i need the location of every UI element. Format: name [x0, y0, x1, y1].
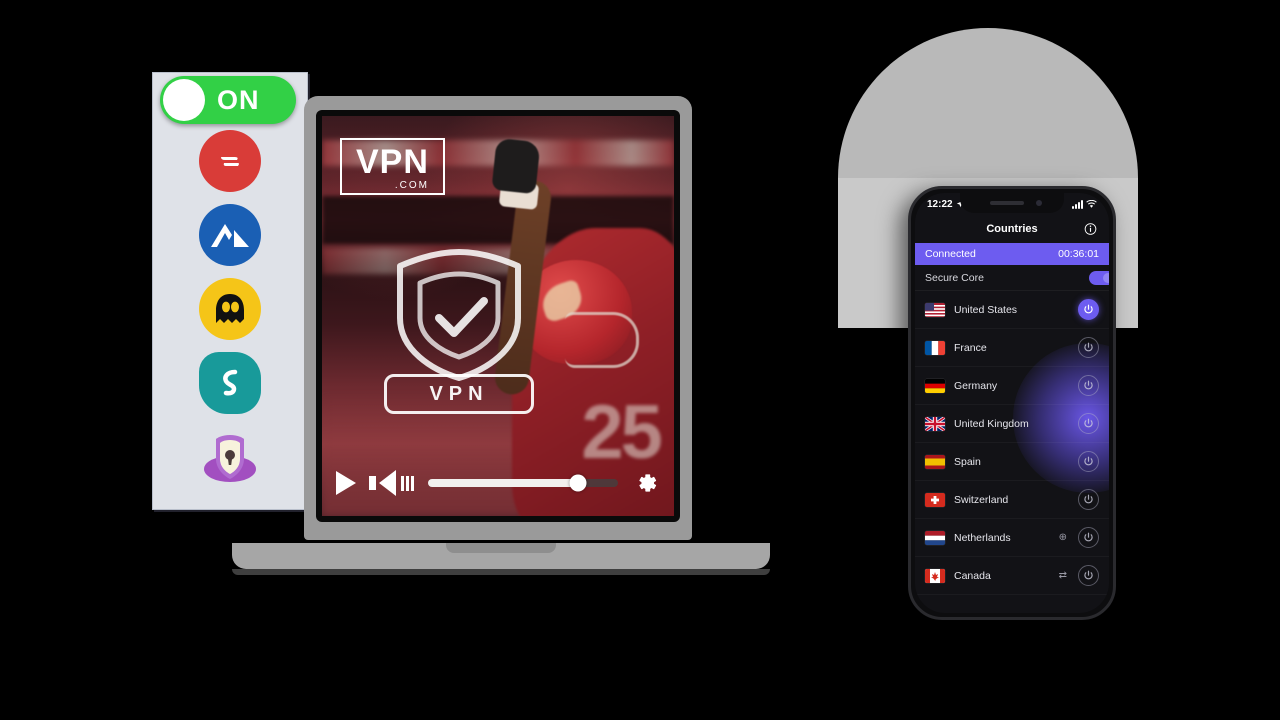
country-row[interactable]: Spain [915, 443, 1109, 481]
country-name: United States [954, 303, 1018, 316]
video-player[interactable]: 25 VPN .COM VPN [322, 116, 674, 516]
promo-scene: ON 25 VPN .COM VPN 12:22 Countries Conne… [0, 0, 1280, 720]
country-row[interactable]: United Kingdom [915, 405, 1109, 443]
flag-icon-gb [925, 416, 945, 431]
helmet-facemask [564, 312, 639, 368]
country-power-button[interactable] [1078, 299, 1099, 320]
toggle-knob [163, 79, 205, 121]
country-extra-icon: ⊕ [1058, 532, 1067, 543]
provider-logo-nordvpn[interactable] [199, 204, 261, 266]
laptop-device: 25 VPN .COM VPN [304, 96, 692, 540]
protonvpn-logo-icon [204, 435, 256, 482]
progress-scrubber[interactable] [428, 474, 618, 492]
page-title: Countries [986, 223, 1038, 235]
country-name: United Kingdom [954, 417, 1029, 430]
flag-icon-de [925, 378, 945, 393]
country-power-button[interactable] [1078, 375, 1099, 396]
earpiece-speaker [990, 201, 1024, 205]
laptop-base-notch [446, 543, 556, 553]
secure-core-row[interactable]: Secure Core [915, 265, 1109, 291]
connection-duration: 00:36:01 [1058, 248, 1099, 260]
country-row[interactable]: United States [915, 291, 1109, 329]
country-power-button[interactable] [1078, 337, 1099, 358]
nordvpn-logo-icon [211, 224, 249, 247]
vpn-com-logo: VPN .COM [340, 138, 445, 195]
country-name: Canada [954, 569, 991, 582]
volume-icon[interactable] [369, 470, 414, 496]
shield-watermark-icon [397, 249, 521, 381]
info-circle-icon[interactable] [1084, 223, 1097, 236]
connection-status-label: Connected [925, 248, 976, 260]
video-controls [322, 466, 674, 500]
secure-core-label: Secure Core [925, 271, 984, 284]
flag-icon-es [925, 454, 945, 469]
front-camera [1036, 200, 1042, 206]
country-list: United States France Germany United Kingdom… [915, 291, 1109, 595]
provider-logo-surfshark[interactable] [199, 352, 261, 414]
country-name: Spain [954, 455, 981, 468]
phone-header: Countries [915, 215, 1109, 243]
phone-device: 12:22 Countries Connected 00:36:01 Secur… [908, 186, 1116, 620]
country-row[interactable]: Germany [915, 367, 1109, 405]
gear-icon[interactable] [632, 469, 660, 497]
country-name: France [954, 341, 987, 354]
laptop-base [232, 543, 770, 569]
flag-icon-fr [925, 340, 945, 355]
country-power-button[interactable] [1078, 489, 1099, 510]
country-power-button[interactable] [1078, 527, 1099, 548]
country-name: Switzerland [954, 493, 1009, 506]
status-time: 12:22 [927, 198, 953, 210]
phone-notch [960, 193, 1064, 213]
country-name: Germany [954, 379, 998, 392]
play-icon[interactable] [336, 471, 356, 495]
flag-icon-us [925, 302, 945, 317]
country-row[interactable]: Canada ⇄ [915, 557, 1109, 595]
country-row[interactable]: France [915, 329, 1109, 367]
country-row[interactable]: Switzerland [915, 481, 1109, 519]
jersey-number: 25 [581, 390, 663, 475]
country-power-button[interactable] [1078, 565, 1099, 586]
shield-watermark-label: VPN [384, 374, 534, 414]
connection-status-bar[interactable]: Connected 00:36:01 [915, 243, 1109, 265]
country-extra-icon: ⇄ [1058, 570, 1067, 581]
laptop-bezel: 25 VPN .COM VPN [316, 110, 680, 522]
surfshark-logo-icon [223, 369, 238, 396]
flag-icon-ca [925, 568, 945, 583]
flag-icon-nl [925, 530, 945, 545]
toggle-label: ON [217, 84, 260, 115]
country-name: Netherlands [954, 531, 1011, 544]
provider-logo-expressvpn[interactable] [199, 130, 261, 192]
laptop-screen: 25 VPN .COM VPN [322, 116, 674, 516]
phone-screen: 12:22 Countries Connected 00:36:01 Secur… [915, 193, 1109, 613]
expressvpn-logo-icon [221, 157, 239, 166]
laptop-shadow [232, 569, 770, 575]
country-power-button[interactable] [1078, 413, 1099, 434]
vpn-logo-text: VPN [356, 143, 429, 181]
cyberghost-logo-icon [216, 294, 244, 323]
player-glove [491, 137, 542, 195]
signal-bars-icon [1072, 199, 1083, 209]
provider-logo-cyberghost[interactable] [199, 278, 261, 340]
country-row[interactable]: Netherlands ⊕ [915, 519, 1109, 557]
wifi-icon [1086, 199, 1097, 208]
vpn-logo-subtext: .COM [394, 180, 429, 191]
country-power-button[interactable] [1078, 451, 1099, 472]
provider-logo-protonvpn[interactable] [199, 426, 261, 488]
provider-logo-list [152, 130, 308, 488]
flag-icon-ch [925, 492, 945, 507]
vpn-power-toggle[interactable]: ON [160, 76, 296, 124]
secure-core-toggle[interactable] [1089, 270, 1109, 285]
